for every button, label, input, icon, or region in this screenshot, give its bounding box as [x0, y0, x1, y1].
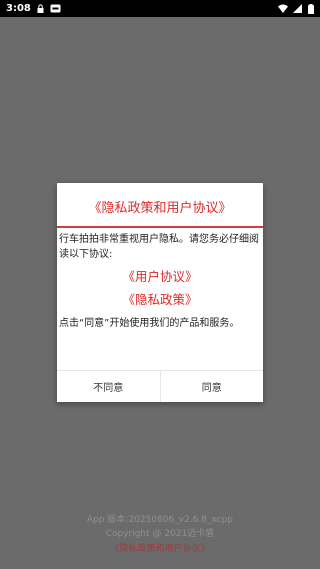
- disagree-button[interactable]: 不同意: [57, 371, 160, 402]
- battery-icon: [308, 4, 314, 14]
- dialog-body: 行车拍拍非常重视用户隐私。请您务必仔细阅读以下协议: 《用户协议》 《隐私政策》…: [57, 232, 263, 331]
- privacy-policy-link[interactable]: 《隐私政策》: [57, 290, 263, 310]
- app-version-text: App 版本:20250606_v2.6.8_xcpp: [86, 515, 234, 525]
- cell-signal-icon: [293, 4, 302, 13]
- wifi-icon: [278, 4, 288, 13]
- status-right: [278, 4, 314, 14]
- notification-icon: [50, 4, 61, 13]
- lock-icon: [36, 4, 45, 13]
- dialog-outro-text: 点击“同意”开始使用我们的产品和服务。: [59, 318, 240, 329]
- app-screen: 3:08 App 版本:20250606_v2.6.8_xcpp Copyrig…: [0, 0, 320, 569]
- dialog-divider: [57, 226, 263, 228]
- dialog-intro-text: 行车拍拍非常重视用户隐私。请您务必仔细阅读以下协议:: [59, 234, 259, 260]
- status-time: 3:08: [6, 3, 31, 14]
- status-left: 3:08: [6, 3, 61, 14]
- dialog-title: 《隐私政策和用户协议》: [88, 201, 232, 216]
- agree-button[interactable]: 同意: [159, 371, 263, 402]
- dialog-button-row: 不同意 同意: [57, 370, 263, 402]
- copyright-text: Copyright @ 2021迈卡盾: [105, 529, 215, 539]
- privacy-dialog: 《隐私政策和用户协议》 行车拍拍非常重视用户隐私。请您务必仔细阅读以下协议: 《…: [57, 183, 263, 402]
- footer-privacy-link: 《隐私政策和用户协议》: [110, 544, 210, 554]
- user-agreement-link[interactable]: 《用户协议》: [57, 267, 263, 287]
- status-bar: 3:08: [0, 0, 320, 17]
